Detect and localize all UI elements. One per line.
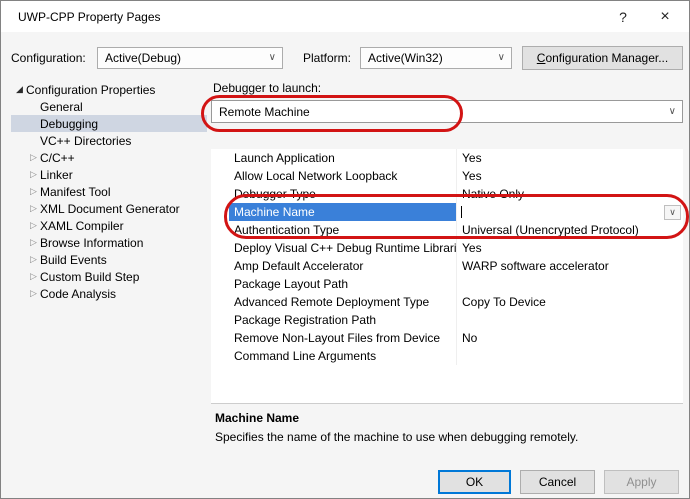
configuration-label: Configuration: <box>11 51 86 65</box>
property-pages-dialog: UWP-CPP Property Pages ? × Configuration… <box>0 0 690 499</box>
tree-item-linker[interactable]: ▷ Linker <box>11 166 207 183</box>
text-caret <box>461 206 462 218</box>
property-row-launch-application[interactable]: Launch Application Yes <box>229 149 683 167</box>
tree-collapsed-icon[interactable]: ▷ <box>27 186 40 197</box>
tree-collapsed-icon[interactable]: ▷ <box>27 220 40 231</box>
debugger-to-launch-dropdown[interactable]: Remote Machine ∨ <box>211 100 683 123</box>
debugger-to-launch-label: Debugger to launch: <box>213 81 321 95</box>
close-icon: × <box>660 8 669 26</box>
chevron-down-icon: ∨ <box>669 106 676 117</box>
property-grid: Launch Application Yes Allow Local Netwo… <box>211 149 683 403</box>
tree-collapsed-icon[interactable]: ▷ <box>27 169 40 180</box>
platform-value: Active(Win32) <box>368 51 443 65</box>
tree-item-code-analysis[interactable]: ▷ Code Analysis <box>11 285 207 302</box>
tree-item-vcpp-directories[interactable]: VC++ Directories <box>11 132 207 149</box>
property-row-debugger-type[interactable]: Debugger Type Native Only <box>229 185 683 203</box>
tree-collapsed-icon[interactable]: ▷ <box>27 152 40 163</box>
property-row-authentication-type[interactable]: Authentication Type Universal (Unencrypt… <box>229 221 683 239</box>
property-row-amp-default-accelerator[interactable]: Amp Default Accelerator WARP software ac… <box>229 257 683 275</box>
tree-item-browse-information[interactable]: ▷ Browse Information <box>11 234 207 251</box>
property-row-advanced-remote-deployment-type[interactable]: Advanced Remote Deployment Type Copy To … <box>229 293 683 311</box>
title-bar: UWP-CPP Property Pages <box>1 1 689 32</box>
tree-item-c-cpp[interactable]: ▷ C/C++ <box>11 149 207 166</box>
property-description-pane: Machine Name Specifies the name of the m… <box>211 403 683 457</box>
chevron-down-icon: ∨ <box>269 52 276 63</box>
machine-name-dropdown-button[interactable]: ∨ <box>664 205 681 220</box>
chevron-down-icon: ∨ <box>669 207 676 218</box>
description-text: Specifies the name of the machine to use… <box>215 430 679 444</box>
chevron-down-icon: ∨ <box>498 52 505 63</box>
window-title: UWP-CPP Property Pages <box>18 10 161 24</box>
property-row-allow-local-network-loopback[interactable]: Allow Local Network Loopback Yes <box>229 167 683 185</box>
property-row-machine-name[interactable]: Machine Name ∨ <box>229 203 683 221</box>
ok-button[interactable]: OK <box>438 470 511 494</box>
tree-item-build-events[interactable]: ▷ Build Events <box>11 251 207 268</box>
cancel-button[interactable]: Cancel <box>520 470 595 494</box>
tree-item-debugging[interactable]: Debugging <box>11 115 207 132</box>
configuration-value: Active(Debug) <box>105 51 181 65</box>
tree-item-xaml-compiler[interactable]: ▷ XAML Compiler <box>11 217 207 234</box>
property-row-package-registration-path[interactable]: Package Registration Path <box>229 311 683 329</box>
close-button[interactable]: × <box>648 1 682 32</box>
property-row-package-layout-path[interactable]: Package Layout Path <box>229 275 683 293</box>
debugger-to-launch-value: Remote Machine <box>219 105 310 119</box>
apply-button: Apply <box>604 470 679 494</box>
tree-collapsed-icon[interactable]: ▷ <box>27 203 40 214</box>
configuration-manager-button[interactable]: Configuration Manager... <box>522 46 683 70</box>
tree-item-configuration-properties[interactable]: ◢ Configuration Properties <box>11 81 207 98</box>
help-button[interactable]: ? <box>606 1 640 32</box>
property-row-deploy-debug-runtime-libraries[interactable]: Deploy Visual C++ Debug Runtime Librarie… <box>229 239 683 257</box>
tree-expanded-icon[interactable]: ◢ <box>13 84 26 95</box>
platform-dropdown[interactable]: Active(Win32) ∨ <box>360 47 512 69</box>
configuration-tree: ◢ Configuration Properties General Debug… <box>11 81 207 302</box>
tree-item-manifest-tool[interactable]: ▷ Manifest Tool <box>11 183 207 200</box>
tree-collapsed-icon[interactable]: ▷ <box>27 237 40 248</box>
configuration-dropdown[interactable]: Active(Debug) ∨ <box>97 47 283 69</box>
tree-item-custom-build-step[interactable]: ▷ Custom Build Step <box>11 268 207 285</box>
tree-item-xml-document-generator[interactable]: ▷ XML Document Generator <box>11 200 207 217</box>
tree-collapsed-icon[interactable]: ▷ <box>27 271 40 282</box>
tree-collapsed-icon[interactable]: ▷ <box>27 288 40 299</box>
property-row-remove-non-layout-files[interactable]: Remove Non-Layout Files from Device No <box>229 329 683 347</box>
machine-name-value-editor[interactable]: ∨ <box>456 203 683 221</box>
property-row-command-line-arguments[interactable]: Command Line Arguments <box>229 347 683 365</box>
tree-item-general[interactable]: General <box>11 98 207 115</box>
tree-collapsed-icon[interactable]: ▷ <box>27 254 40 265</box>
platform-label: Platform: <box>303 51 351 65</box>
description-title: Machine Name <box>215 411 679 425</box>
help-icon: ? <box>619 9 627 25</box>
